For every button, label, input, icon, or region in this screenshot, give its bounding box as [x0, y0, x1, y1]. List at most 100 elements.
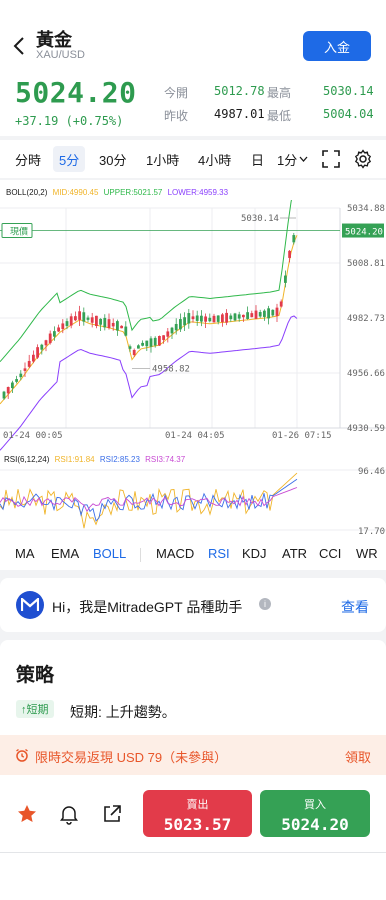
candle-body	[149, 338, 153, 347]
low-marker-label: 4958.82	[152, 364, 190, 374]
candle-body	[99, 318, 102, 325]
gpt-view-link[interactable]: 查看	[341, 597, 369, 617]
fullscreen-icon[interactable]	[321, 149, 341, 169]
indicator-rsi[interactable]: RSI	[208, 546, 230, 561]
candle-body	[237, 314, 241, 319]
current-price-tag-label: 現價	[10, 227, 28, 237]
boll-legend: BOLL(20,2) MID:4990.45 UPPER:5021.57 LOW…	[6, 188, 228, 197]
price-tick-label: 4982.73	[347, 314, 385, 324]
bell-alert-icon[interactable]	[58, 803, 80, 825]
trade-bar: 賣出 5023.57 買入 5024.20	[0, 775, 386, 853]
promo-text: 限時交易返現 USD 79（未參與）	[35, 750, 228, 765]
candle-body	[40, 344, 44, 350]
boll-lower: LOWER:4959.33	[167, 188, 229, 197]
alarm-clock-icon	[16, 748, 28, 762]
candle-body	[19, 373, 23, 378]
tab-timeshare[interactable]: 分時	[9, 146, 47, 172]
quote-panel: 5024.20 +37.19 (+0.75%) 今開 5012.78 最高 50…	[0, 72, 386, 136]
high-value: 5030.14	[323, 84, 374, 98]
current-price: 5024.20	[15, 76, 137, 109]
buy-button[interactable]: 買入 5024.20	[260, 790, 370, 837]
candle-body	[162, 335, 165, 340]
candle-body	[69, 316, 73, 326]
candle-body	[132, 349, 136, 356]
rsi-legend: RSI(6,12,24) RSI1:91.84 RSI2:85.23 RSI3:…	[4, 455, 185, 464]
rsi-tick-label: 17.70	[358, 527, 385, 537]
indicator-boll[interactable]: BOLL	[93, 546, 126, 561]
candle-body	[204, 316, 207, 322]
candle-body	[263, 310, 266, 317]
candle-body	[120, 325, 123, 329]
tab-1min-dropdown[interactable]: 1分	[271, 146, 314, 172]
favorite-star-icon[interactable]	[16, 803, 38, 825]
candle-body	[258, 312, 262, 317]
rsi1-value: RSI1:91.84	[54, 455, 95, 464]
boll-mid: MID:4990.45	[52, 188, 99, 197]
price-tick-label: 5034.88	[347, 204, 385, 214]
share-icon[interactable]	[101, 803, 123, 825]
indicator-kdj[interactable]: KDJ	[242, 546, 267, 561]
rsi-tick-label: 96.46	[358, 467, 385, 477]
sell-button[interactable]: 賣出 5023.57	[143, 790, 252, 837]
cashback-promo-bar[interactable]: 限時交易返現 USD 79（未參與） 領取	[0, 735, 386, 775]
candle-body	[292, 235, 296, 243]
candle-body	[44, 340, 48, 346]
candles	[2, 232, 296, 401]
candlestick-chart[interactable]: 5034.88 5008.81 4982.73 4956.66 4930.59 01-24…	[0, 200, 386, 560]
gpt-assistant-card[interactable]: Hi，我是MitradeGPT 品種助手 i 查看	[0, 578, 386, 632]
tab-1hour[interactable]: 1小時	[140, 146, 185, 172]
indicator-ema[interactable]: EMA	[51, 546, 79, 561]
candle-body	[57, 327, 60, 332]
candle-body	[32, 354, 35, 362]
indicator-ma[interactable]: MA	[15, 546, 35, 561]
candle-body	[111, 322, 115, 327]
rsi-name: RSI(6,12,24)	[4, 455, 50, 464]
indicator-divider	[140, 548, 141, 562]
time-tick-label: 01-24 04:05	[165, 431, 225, 441]
tab-30min[interactable]: 30分	[93, 146, 132, 172]
current-price-axis-label: 5024.20	[345, 228, 383, 238]
candle-body	[208, 317, 212, 322]
indicator-cci[interactable]: CCI	[319, 546, 341, 561]
candle-body	[145, 340, 149, 347]
prev-close-label: 昨收	[164, 109, 189, 123]
deposit-button[interactable]: 入金	[303, 31, 371, 61]
settings-gear-icon[interactable]	[353, 149, 373, 169]
candle-body	[225, 312, 228, 323]
candle-body	[65, 321, 69, 326]
candle-body	[216, 315, 220, 322]
high-marker-label: 5030.14	[241, 214, 279, 224]
info-icon[interactable]: i	[259, 598, 271, 610]
open-value: 5012.78	[214, 84, 265, 98]
candle-body	[124, 326, 128, 336]
candle-body	[288, 250, 291, 258]
high-label: 最高	[267, 86, 292, 100]
chart-labels: 5034.88 5008.81 4982.73 4956.66 4930.59 01-24…	[1, 204, 385, 537]
indicator-atr[interactable]: ATR	[282, 546, 307, 561]
back-arrow-icon[interactable]	[12, 36, 26, 56]
mitrade-gpt-logo-icon	[16, 591, 44, 619]
low-value: 5004.04	[323, 107, 374, 121]
candle-body	[158, 336, 161, 346]
low-label: 最低	[267, 109, 292, 123]
rsi-lines	[0, 472, 298, 529]
candle-body	[6, 387, 10, 394]
tab-5min[interactable]: 5分	[53, 146, 86, 172]
candle-body	[15, 379, 18, 382]
candle-body	[229, 315, 233, 320]
sell-label: 賣出	[186, 799, 209, 811]
tab-1min-label: 1分	[277, 152, 298, 168]
prev-close-value: 4987.01	[214, 107, 265, 121]
claim-link[interactable]: 領取	[345, 747, 371, 766]
candle-body	[170, 327, 174, 334]
tab-day[interactable]: 日	[245, 146, 270, 172]
indicator-macd[interactable]: MACD	[156, 546, 194, 561]
indicator-wr[interactable]: WR	[356, 546, 378, 561]
tab-4hour[interactable]: 4小時	[192, 146, 237, 172]
candle-body	[254, 310, 258, 319]
price-tick-label: 4956.66	[347, 369, 385, 379]
rsi2-value: RSI2:85.23	[99, 455, 140, 464]
open-label: 今開	[164, 86, 189, 100]
candle-body	[279, 301, 283, 307]
candle-body	[153, 337, 157, 346]
